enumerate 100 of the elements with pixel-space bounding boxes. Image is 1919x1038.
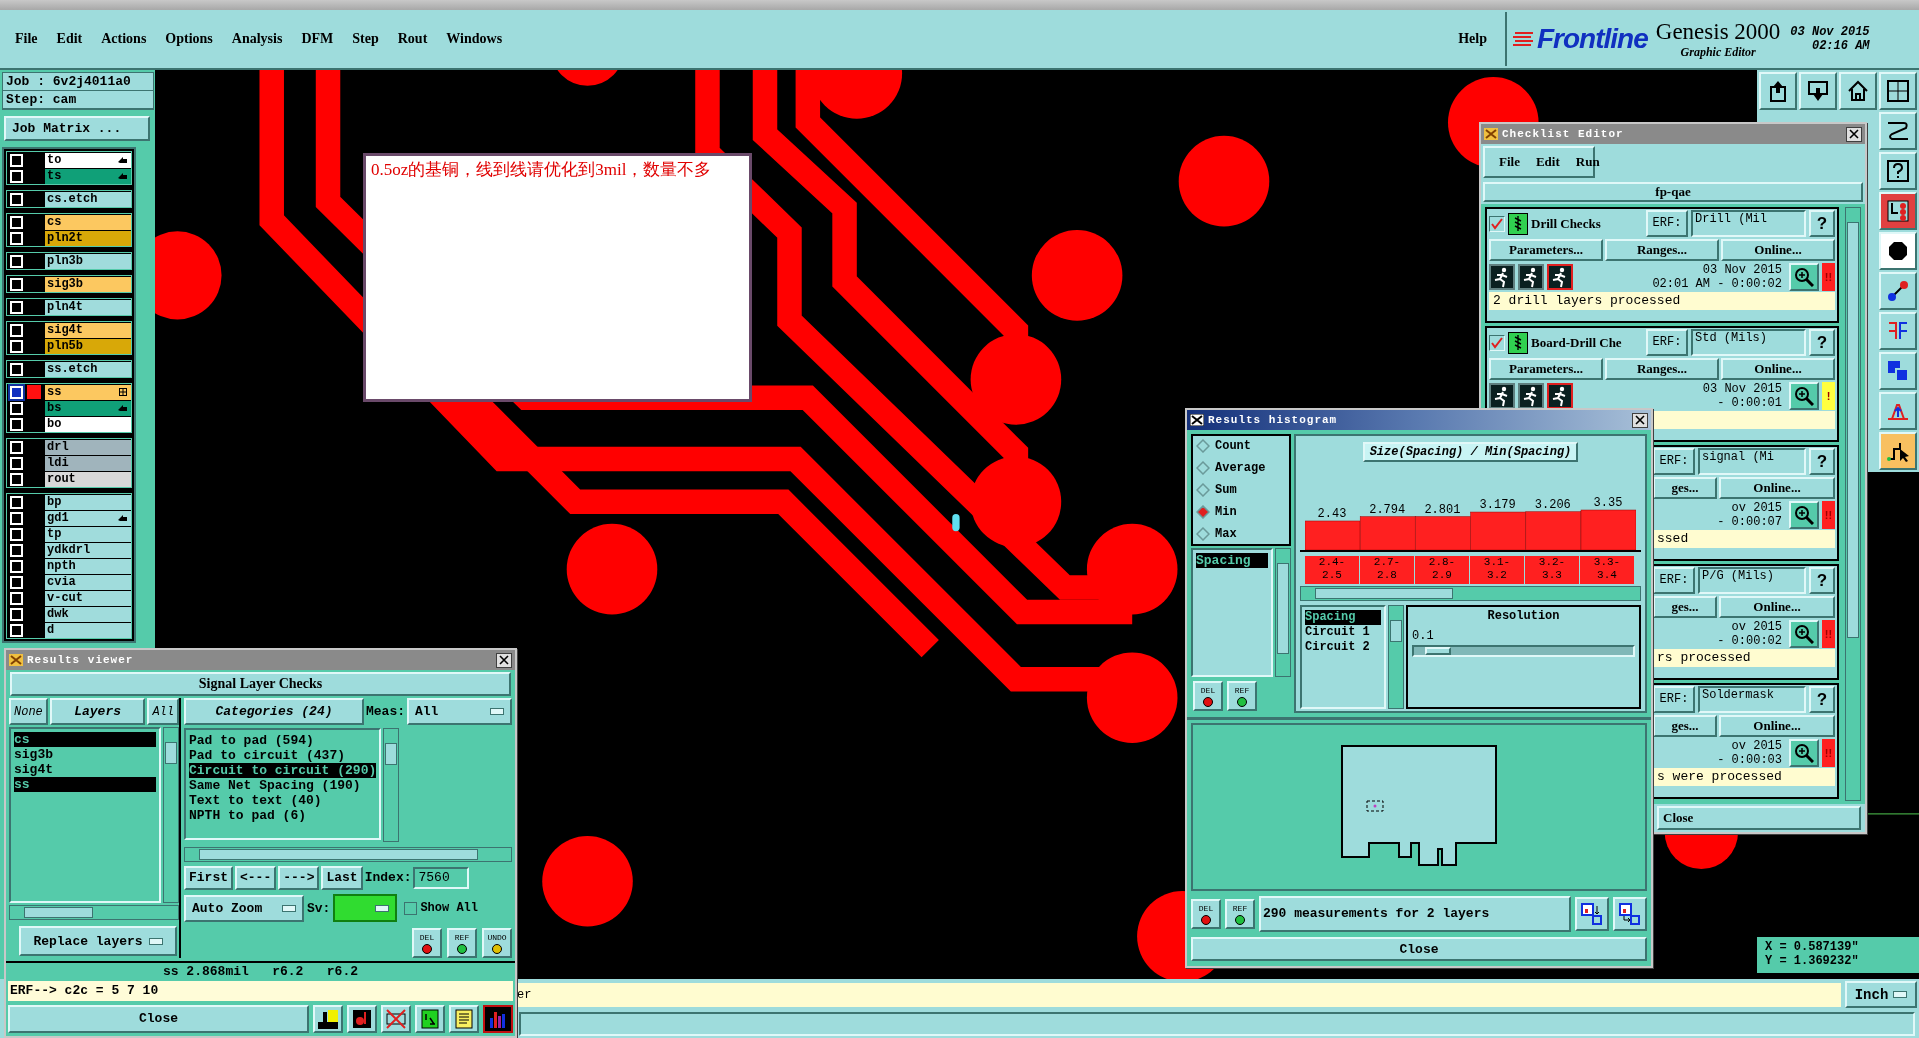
check-option-button[interactable]: Online... (1719, 715, 1835, 737)
erf-field[interactable]: Drill (Mil (1691, 210, 1806, 237)
layer-checkbox[interactable] (10, 472, 23, 486)
help-button[interactable]: ? (1809, 686, 1835, 713)
scrollbar[interactable] (1845, 207, 1861, 801)
layer-name[interactable]: ss (45, 384, 131, 400)
sv-dropdown[interactable] (333, 894, 398, 922)
layer-name[interactable]: cs.etch (45, 191, 131, 207)
check-option-button[interactable]: Online... (1721, 239, 1835, 261)
erf-field[interactable]: P/G (Mils) (1698, 567, 1806, 594)
layer-tab[interactable]: All (147, 698, 179, 725)
layer-checkbox[interactable] (10, 543, 23, 557)
zoom-icon[interactable] (1789, 619, 1819, 648)
check-option-button[interactable]: Parameters... (1489, 239, 1603, 261)
check-option-button[interactable]: Ranges... (1605, 239, 1719, 261)
layer-name[interactable]: to (45, 152, 131, 168)
layer-checkbox[interactable] (10, 215, 23, 229)
close-icon[interactable] (496, 652, 512, 668)
help-button[interactable]: ? (1809, 448, 1835, 475)
category-item[interactable]: Pad to pad (594) (189, 733, 377, 748)
layer-name[interactable]: drl (45, 439, 131, 455)
layer-checkbox[interactable] (10, 456, 23, 470)
radio-button[interactable] (1196, 461, 1210, 475)
menu-item[interactable]: File (1499, 154, 1520, 170)
layer-checkbox[interactable] (10, 559, 23, 573)
layer-name[interactable]: rout (45, 471, 131, 487)
layer-name[interactable]: bs (45, 400, 131, 416)
menu-item[interactable]: DFM (301, 31, 334, 47)
chip-icon[interactable] (1879, 192, 1917, 230)
scrollbar[interactable] (1275, 548, 1291, 677)
radio-button[interactable] (1196, 439, 1210, 453)
figure-icon[interactable] (313, 1004, 343, 1033)
scrollbar[interactable] (163, 727, 179, 903)
nodes-icon[interactable] (1879, 272, 1917, 310)
runner-icon[interactable] (1547, 382, 1573, 409)
layer-name[interactable]: tp (45, 526, 131, 542)
check-option-button[interactable]: ges... (1653, 596, 1717, 618)
zoom-icon[interactable] (1789, 381, 1819, 410)
import-icon[interactable] (1613, 897, 1647, 931)
category-item[interactable]: Same Net Spacing (190) (189, 778, 377, 793)
erf-field[interactable]: Soldermask (1698, 686, 1806, 713)
navigation-button[interactable]: Last (321, 865, 363, 890)
layer-checkbox[interactable] (10, 169, 23, 183)
field-item[interactable]: Circuit 1 (1305, 625, 1381, 640)
layer-item[interactable]: cs (14, 732, 156, 747)
download-icon[interactable] (1799, 72, 1837, 110)
undo-button[interactable]: UNDO (482, 928, 512, 958)
menu-item[interactable]: File (15, 31, 38, 47)
navigation-button[interactable]: <--- (235, 865, 277, 890)
layer-checkbox[interactable] (10, 300, 23, 314)
help-button[interactable]: ? (1809, 329, 1835, 356)
erf-field[interactable]: signal (Mi (1698, 448, 1806, 475)
check-checkbox[interactable] (1489, 215, 1505, 232)
mirror-icon[interactable] (1879, 312, 1917, 350)
ref-button[interactable]: REF (1225, 899, 1255, 929)
menu-item[interactable]: Run (1575, 154, 1600, 170)
zoom-dropdown[interactable]: Auto Zoom (184, 894, 304, 922)
zoom-icon[interactable] (1789, 500, 1819, 529)
replace-layers-dropdown[interactable]: Replace layers (19, 926, 177, 956)
layer-checkbox[interactable] (10, 362, 23, 376)
del-button[interactable]: DEL (1193, 681, 1223, 711)
layer-checkbox[interactable] (10, 323, 23, 337)
layer-checkbox[interactable] (10, 153, 23, 167)
export-icon[interactable] (1575, 897, 1609, 931)
layer-checkbox[interactable] (10, 575, 23, 589)
check-option-button[interactable]: Online... (1719, 477, 1835, 499)
layer-name[interactable]: v-cut (45, 590, 131, 606)
ref-button[interactable]: REF (1227, 681, 1257, 711)
layer-checkbox[interactable] (10, 401, 23, 415)
category-item[interactable]: Text to text (40) (189, 793, 377, 808)
check-option-button[interactable]: Online... (1721, 358, 1835, 380)
layer-name[interactable]: pln5b (45, 338, 131, 354)
layer-name[interactable]: ts (45, 168, 131, 184)
layer-name[interactable]: bp (45, 494, 131, 510)
check-option-button[interactable]: Parameters... (1489, 358, 1603, 380)
layer-name[interactable]: ydkdrl (45, 542, 131, 558)
layer-tab[interactable]: Layers (49, 698, 146, 725)
scrollbar[interactable] (184, 847, 512, 862)
grid-icon[interactable] (1879, 72, 1917, 110)
record-icon[interactable] (347, 1004, 377, 1033)
ref-button[interactable]: REF (447, 928, 477, 958)
measure-item[interactable]: Spacing (1196, 553, 1268, 568)
del-button[interactable]: DEL (1191, 899, 1221, 929)
chart-icon[interactable] (483, 1004, 513, 1033)
layer-checkbox[interactable] (10, 231, 23, 245)
check-checkbox[interactable] (1489, 334, 1505, 351)
layer-item[interactable]: ss (14, 777, 156, 792)
layer-name[interactable]: gd1 (45, 510, 131, 526)
squares-icon[interactable] (1879, 352, 1917, 390)
layer-checkbox[interactable] (10, 527, 23, 541)
histogram-bar[interactable] (1470, 511, 1526, 550)
close-button[interactable]: Close (1657, 806, 1861, 830)
layer-checkbox[interactable] (10, 440, 23, 454)
runner-icon[interactable] (1489, 263, 1515, 290)
scrollbar[interactable] (1300, 586, 1641, 601)
pointer-icon[interactable] (1879, 432, 1917, 470)
layer-item[interactable]: sig4t (14, 762, 156, 777)
page-icon[interactable] (415, 1004, 445, 1033)
layer-checkbox[interactable] (10, 495, 23, 509)
scrollbar[interactable] (1388, 605, 1404, 709)
